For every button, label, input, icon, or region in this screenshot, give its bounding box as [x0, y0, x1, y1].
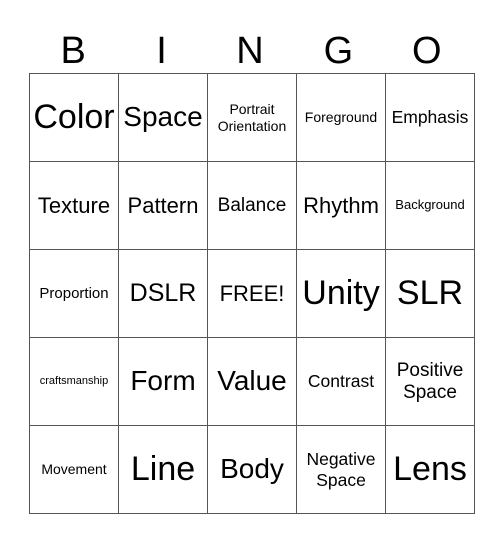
bingo-cell[interactable]: Space [118, 73, 208, 162]
bingo-cell[interactable]: Contrast [296, 337, 386, 426]
bingo-cell[interactable]: Negative Space [296, 425, 386, 514]
bingo-cell[interactable]: SLR [385, 249, 475, 338]
grid-row: Movement Line Body Negative Space Lens [29, 425, 475, 514]
grid-row: Proportion DSLR FREE! Unity SLR [29, 249, 475, 338]
bingo-cell[interactable]: Value [207, 337, 297, 426]
header-letter-g: G [323, 30, 354, 72]
bingo-cell[interactable]: Emphasis [385, 73, 475, 162]
grid-row: craftsmanship Form Value Contrast Positi… [29, 337, 475, 426]
free-space-cell[interactable]: FREE! [207, 249, 297, 338]
bingo-cell[interactable]: Foreground [296, 73, 386, 162]
header-letter-o: O [411, 30, 442, 72]
grid-row: Color Space Portrait Orientation Foregro… [29, 73, 475, 162]
bingo-cell[interactable]: Body [207, 425, 297, 514]
bingo-header: B I N G O [29, 30, 471, 72]
bingo-cell[interactable]: craftsmanship [29, 337, 119, 426]
header-letter-b: B [60, 30, 86, 72]
bingo-cell[interactable]: Positive Space [385, 337, 475, 426]
bingo-cell[interactable]: Line [118, 425, 208, 514]
bingo-cell[interactable]: Balance [207, 161, 297, 250]
bingo-cell[interactable]: Lens [385, 425, 475, 514]
header-letter-i: I [156, 30, 167, 72]
bingo-cell[interactable]: Portrait Orientation [207, 73, 297, 162]
bingo-cell[interactable]: DSLR [118, 249, 208, 338]
bingo-cell[interactable]: Color [29, 73, 119, 162]
bingo-cell[interactable]: Unity [296, 249, 386, 338]
bingo-cell[interactable]: Texture [29, 161, 119, 250]
bingo-cell[interactable]: Rhythm [296, 161, 386, 250]
bingo-cell[interactable]: Proportion [29, 249, 119, 338]
bingo-grid: Color Space Portrait Orientation Foregro… [29, 73, 475, 514]
bingo-cell[interactable]: Background [385, 161, 475, 250]
bingo-cell[interactable]: Form [118, 337, 208, 426]
bingo-cell[interactable]: Movement [29, 425, 119, 514]
header-letter-n: N [236, 30, 264, 72]
bingo-cell[interactable]: Pattern [118, 161, 208, 250]
grid-row: Texture Pattern Balance Rhythm Backgroun… [29, 161, 475, 250]
